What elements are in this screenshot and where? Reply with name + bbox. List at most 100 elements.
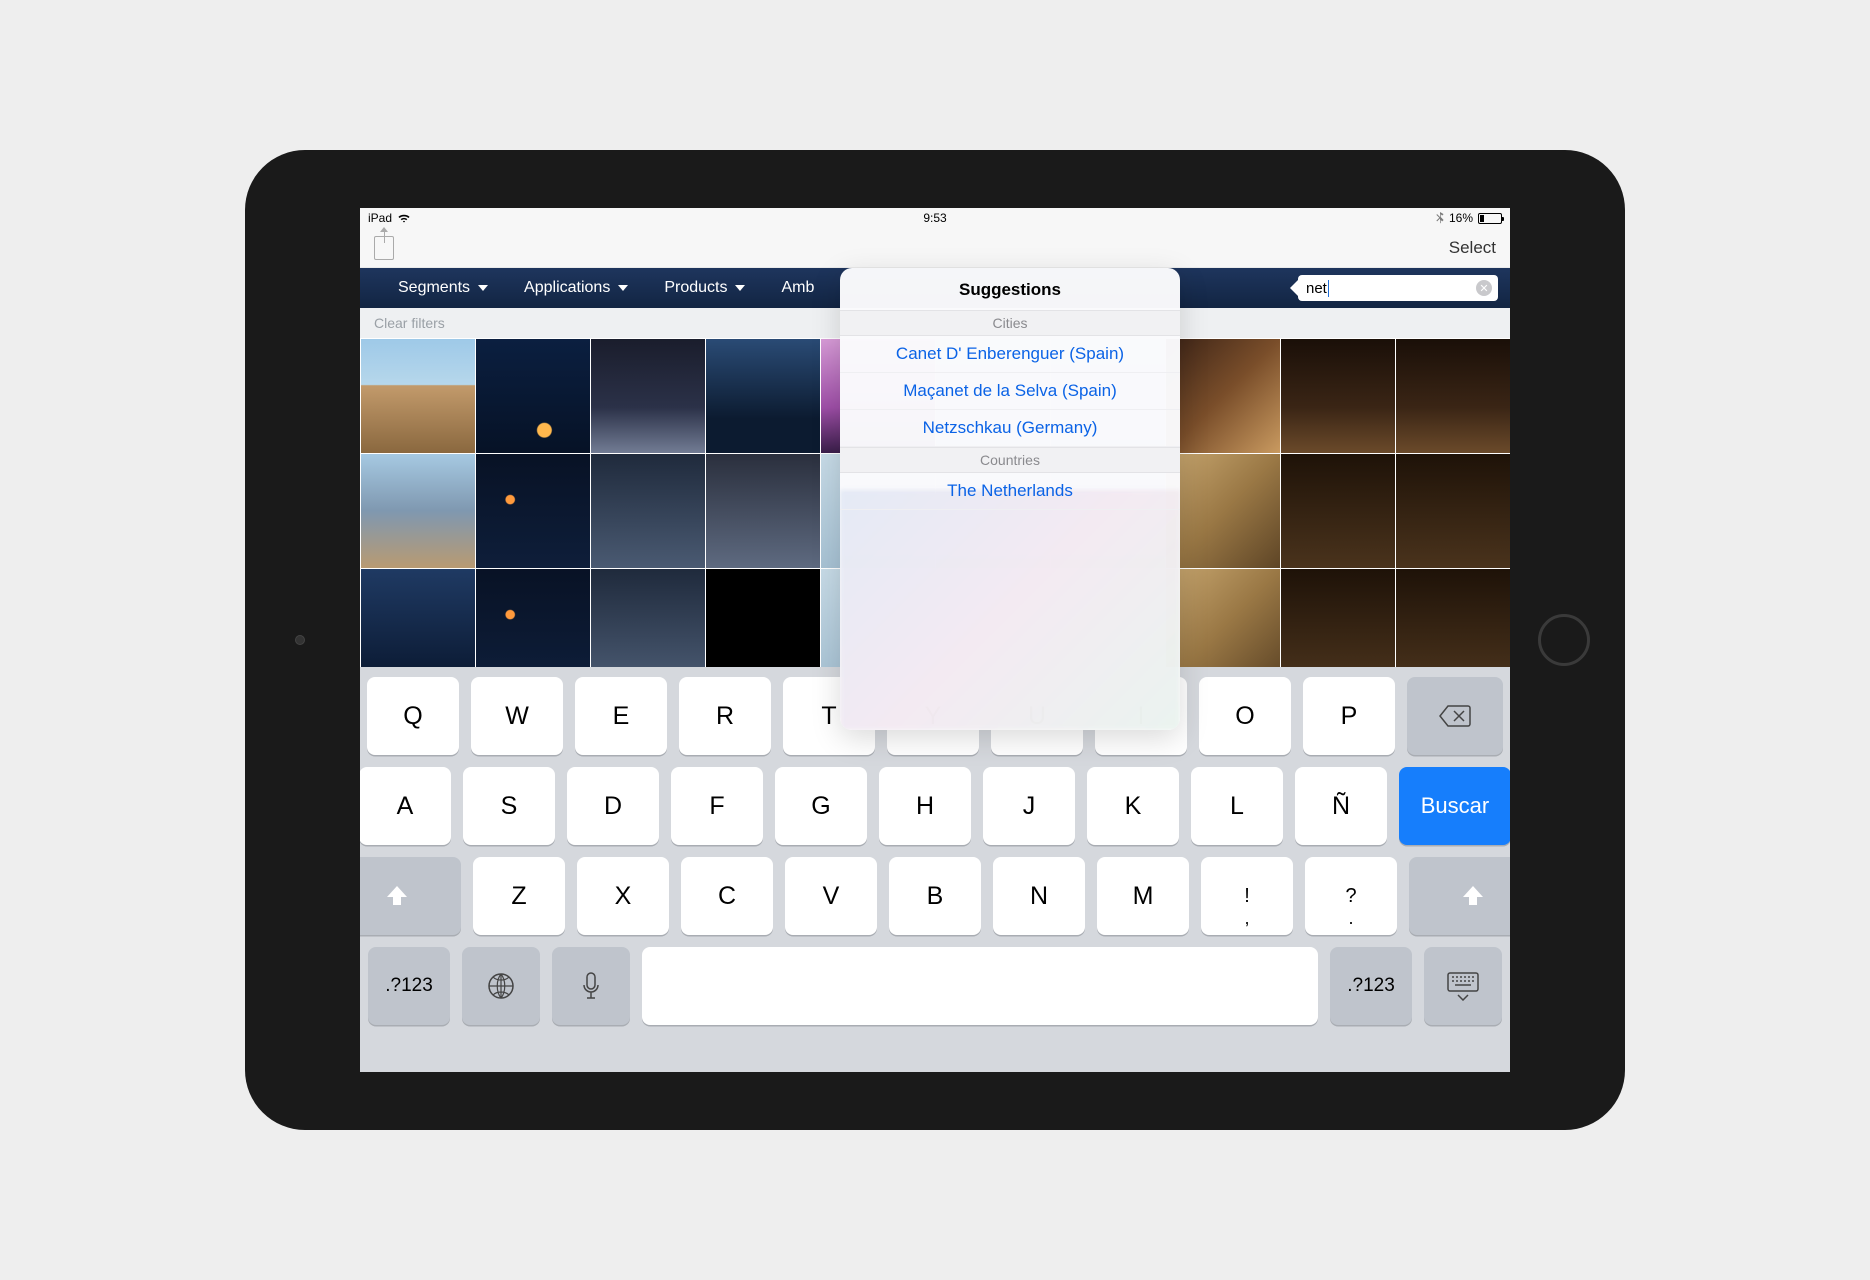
shift-icon — [384, 883, 410, 909]
camera-dot — [295, 635, 305, 645]
key-x[interactable]: X — [577, 857, 669, 935]
grid-thumbnail[interactable] — [591, 339, 705, 453]
grid-thumbnail[interactable] — [1396, 569, 1510, 683]
grid-thumbnail[interactable] — [1166, 454, 1280, 568]
key-search[interactable]: Buscar — [1399, 767, 1510, 845]
suggestions-section-countries: Countries — [840, 447, 1180, 473]
grid-thumbnail[interactable] — [1166, 339, 1280, 453]
grid-thumbnail[interactable] — [1166, 569, 1280, 683]
grid-thumbnail[interactable] — [1281, 339, 1395, 453]
grid-thumbnail[interactable] — [361, 454, 475, 568]
suggestions-popover: Suggestions Cities Canet D' Enberenguer … — [840, 268, 1180, 730]
key-space[interactable] — [642, 947, 1318, 1025]
key-enye[interactable]: Ñ — [1295, 767, 1387, 845]
suggestion-item[interactable]: Netzschkau (Germany) — [840, 410, 1180, 447]
dismiss-keyboard-icon — [1445, 971, 1481, 1001]
key-k[interactable]: K — [1087, 767, 1179, 845]
chevron-down-icon — [735, 285, 745, 291]
key-h[interactable]: H — [879, 767, 971, 845]
key-q[interactable]: Q — [367, 677, 459, 755]
battery-percent: 16% — [1449, 211, 1473, 225]
key-s[interactable]: S — [463, 767, 555, 845]
key-c[interactable]: C — [681, 857, 773, 935]
nav-products-label: Products — [664, 279, 727, 297]
suggestions-section-cities: Cities — [840, 310, 1180, 336]
clock: 9:53 — [923, 211, 946, 225]
home-button[interactable] — [1538, 614, 1590, 666]
nav-products[interactable]: Products — [646, 279, 763, 297]
clear-search-icon[interactable]: ✕ — [1476, 280, 1492, 296]
grid-thumbnail[interactable] — [1396, 454, 1510, 568]
key-w[interactable]: W — [471, 677, 563, 755]
key-a[interactable]: A — [360, 767, 451, 845]
grid-thumbnail[interactable] — [361, 339, 475, 453]
screen: iPad 9:53 16% Select Segments Applicatio… — [360, 208, 1510, 1072]
key-m[interactable]: M — [1097, 857, 1189, 935]
select-button[interactable]: Select — [1449, 238, 1496, 258]
grid-thumbnail[interactable] — [361, 569, 475, 683]
key-g[interactable]: G — [775, 767, 867, 845]
key-b[interactable]: B — [889, 857, 981, 935]
key-o[interactable]: O — [1199, 677, 1291, 755]
chevron-down-icon — [478, 285, 488, 291]
toolbar: Select — [360, 228, 1510, 268]
nav-amb-label: Amb — [781, 279, 814, 297]
search-input[interactable]: net ✕ — [1298, 275, 1498, 301]
nav-applications-label: Applications — [524, 279, 610, 297]
key-dictation[interactable] — [552, 947, 630, 1025]
battery-icon — [1478, 213, 1502, 224]
key-j[interactable]: J — [983, 767, 1075, 845]
globe-icon — [486, 971, 516, 1001]
grid-thumbnail[interactable] — [1281, 454, 1395, 568]
grid-thumbnail[interactable] — [476, 454, 590, 568]
grid-thumbnail[interactable] — [706, 454, 820, 568]
suggestion-item[interactable]: Canet D' Enberenguer (Spain) — [840, 336, 1180, 373]
key-numbers-left[interactable]: .?123 — [368, 947, 450, 1025]
key-backspace[interactable] — [1407, 677, 1503, 755]
key-v[interactable]: V — [785, 857, 877, 935]
search-wrap: net ✕ — [1290, 275, 1498, 301]
status-bar: iPad 9:53 16% — [360, 208, 1510, 228]
grid-thumbnail[interactable] — [1281, 569, 1395, 683]
key-dismiss-keyboard[interactable] — [1424, 947, 1502, 1025]
key-globe[interactable] — [462, 947, 540, 1025]
grid-thumbnail[interactable] — [476, 339, 590, 453]
nav-segments[interactable]: Segments — [380, 279, 506, 297]
key-f[interactable]: F — [671, 767, 763, 845]
grid-thumbnail[interactable] — [591, 569, 705, 683]
mic-icon — [581, 971, 601, 1001]
suggestion-item[interactable]: Maçanet de la Selva (Spain) — [840, 373, 1180, 410]
key-shift-right[interactable] — [1409, 857, 1510, 935]
grid-thumbnail[interactable] — [706, 339, 820, 453]
share-icon[interactable] — [374, 236, 394, 260]
grid-thumbnail[interactable] — [706, 569, 820, 683]
ipad-frame: iPad 9:53 16% Select Segments Applicatio… — [245, 150, 1625, 1130]
grid-thumbnail[interactable] — [1396, 339, 1510, 453]
backspace-icon — [1438, 704, 1472, 728]
clear-filters-button[interactable]: Clear filters — [374, 315, 445, 331]
key-r[interactable]: R — [679, 677, 771, 755]
device-label: iPad — [368, 211, 392, 225]
key-p[interactable]: P — [1303, 677, 1395, 755]
wifi-icon — [397, 213, 411, 223]
key-shift-left[interactable] — [360, 857, 461, 935]
grid-thumbnail[interactable] — [476, 569, 590, 683]
key-period[interactable]: ?. — [1305, 857, 1397, 935]
nav-segments-label: Segments — [398, 279, 470, 297]
key-l[interactable]: L — [1191, 767, 1283, 845]
bluetooth-icon — [1436, 212, 1444, 225]
key-comma[interactable]: !, — [1201, 857, 1293, 935]
shift-icon — [1460, 883, 1486, 909]
key-e[interactable]: E — [575, 677, 667, 755]
suggestions-title: Suggestions — [840, 268, 1180, 310]
grid-thumbnail[interactable] — [591, 454, 705, 568]
search-input-value: net — [1306, 280, 1327, 297]
nav-applications[interactable]: Applications — [506, 279, 646, 297]
key-z[interactable]: Z — [473, 857, 565, 935]
key-n[interactable]: N — [993, 857, 1085, 935]
suggestion-item[interactable]: The Netherlands — [840, 473, 1180, 510]
chevron-down-icon — [618, 285, 628, 291]
key-d[interactable]: D — [567, 767, 659, 845]
nav-amb[interactable]: Amb — [763, 279, 832, 297]
key-numbers-right[interactable]: .?123 — [1330, 947, 1412, 1025]
